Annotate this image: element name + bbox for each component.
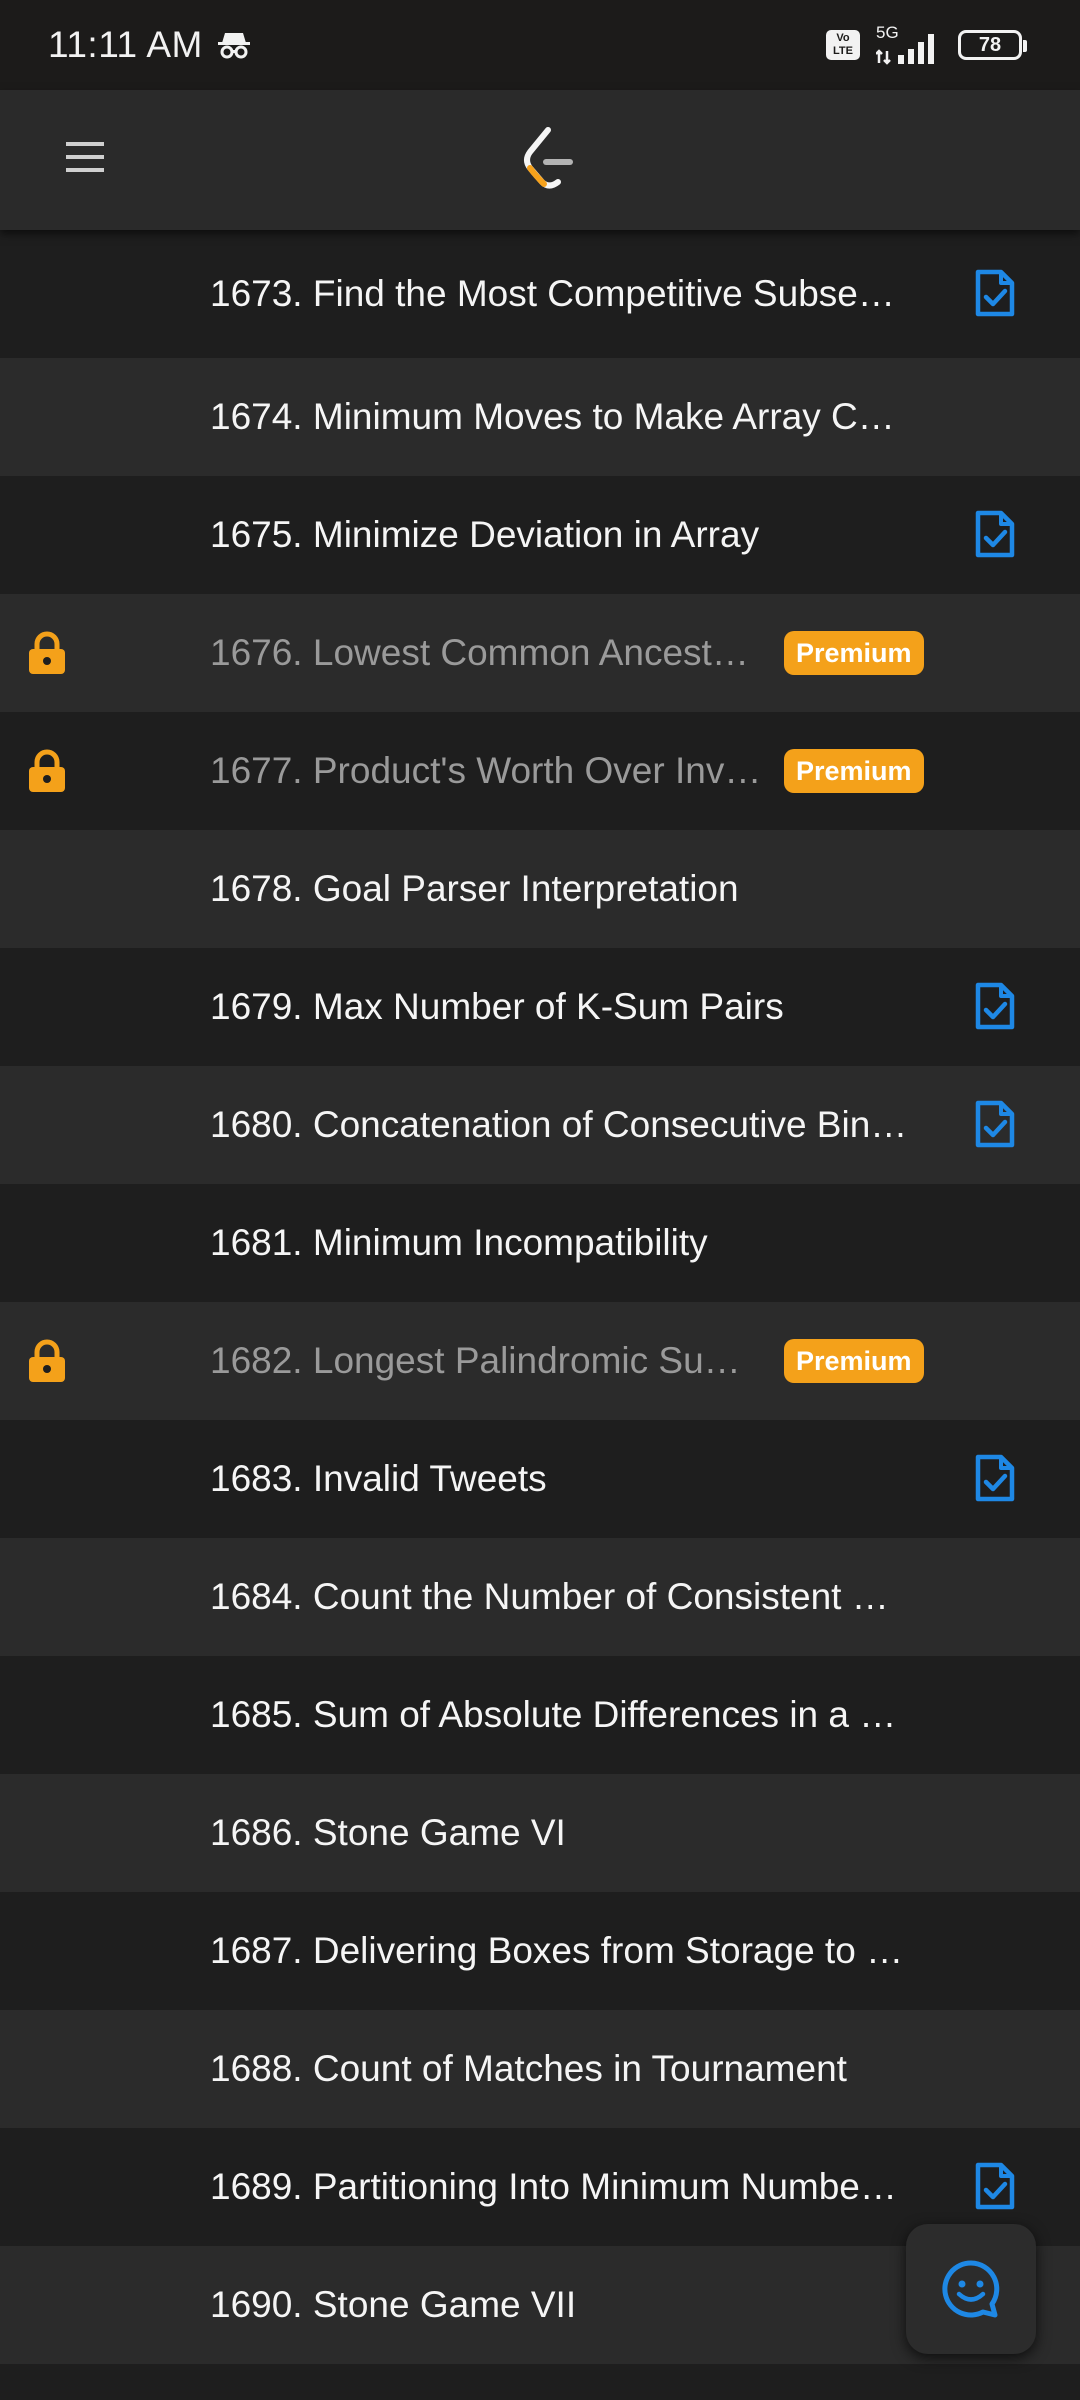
volte-bottom: LTE (833, 45, 853, 57)
incognito-icon (217, 33, 250, 59)
problem-row[interactable]: 1684. Count the Number of Consistent … (0, 1538, 1080, 1656)
problem-title: 1680. Concatenation of Consecutive Bin… (210, 1104, 908, 1145)
lock-icon (29, 631, 65, 674)
problem-title: 1676. Lowest Common Ancest… (210, 632, 749, 673)
premium-badge: Premium (784, 631, 924, 675)
battery-icon: 78 (958, 30, 1027, 60)
problem-title: 1684. Count the Number of Consistent … (210, 1576, 889, 1617)
volte-icon: Vo LTE (826, 30, 860, 60)
status-left: 11:11 AM (48, 24, 251, 66)
problem-row[interactable]: 1677. Product's Worth Over Inv… Premium (0, 712, 1080, 830)
problem-row[interactable]: 1688. Count of Matches in Tournament (0, 2010, 1080, 2128)
problem-title: 1681. Minimum Incompatibility (210, 1222, 708, 1263)
premium-badge: Premium (784, 1339, 924, 1383)
problem-title: 1686. Stone Game VI (210, 1812, 566, 1853)
problem-row[interactable]: 1680. Concatenation of Consecutive Bin… (0, 1066, 1080, 1184)
solution-icon[interactable] (974, 2161, 1016, 2211)
solution-icon[interactable] (974, 1453, 1016, 1503)
problem-list: 1673. Find the Most Competitive Subse… 16… (0, 230, 1080, 2364)
app-toolbar (0, 90, 1080, 230)
problem-title: 1688. Count of Matches in Tournament (210, 2048, 847, 2089)
lock-icon (29, 1339, 65, 1382)
signal-icon (876, 34, 934, 65)
solution-icon[interactable] (974, 509, 1016, 559)
lock-icon (29, 749, 65, 792)
problem-title: 1683. Invalid Tweets (210, 1458, 547, 1499)
problem-row[interactable]: 1673. Find the Most Competitive Subse… (0, 230, 1080, 358)
problem-title: 1675. Minimize Deviation in Array (210, 514, 760, 555)
status-right: Vo LTE 5G 78 (826, 23, 1027, 65)
problem-title: 1674. Minimum Moves to Make Array C… (210, 396, 895, 437)
problem-title: 1673. Find the Most Competitive Subse… (210, 273, 895, 314)
chat-smile-icon (942, 2260, 1000, 2318)
problem-row[interactable]: 1683. Invalid Tweets (0, 1420, 1080, 1538)
leetcode-logo-icon[interactable] (518, 124, 574, 196)
clock: 11:11 AM (48, 24, 203, 65)
problem-row[interactable]: 1687. Delivering Boxes from Storage to … (0, 1892, 1080, 2010)
problem-row[interactable]: 1685. Sum of Absolute Differences in a … (0, 1656, 1080, 1774)
problem-row[interactable]: 1682. Longest Palindromic Su… Premium (0, 1302, 1080, 1420)
solution-icon[interactable] (974, 268, 1016, 318)
solution-icon[interactable] (974, 1099, 1016, 1149)
problem-title: 1677. Product's Worth Over Inv… (210, 750, 762, 791)
problem-row[interactable]: 1678. Goal Parser Interpretation (0, 830, 1080, 948)
problem-title: 1678. Goal Parser Interpretation (210, 868, 739, 909)
problem-title: 1679. Max Number of K-Sum Pairs (210, 986, 784, 1027)
problem-row[interactable]: 1675. Minimize Deviation in Array (0, 476, 1080, 594)
problem-title: 1690. Stone Game VII (210, 2284, 577, 2325)
problem-row[interactable]: 1674. Minimum Moves to Make Array C… (0, 358, 1080, 476)
feedback-button[interactable] (906, 2224, 1036, 2354)
problem-row[interactable]: 1679. Max Number of K-Sum Pairs (0, 948, 1080, 1066)
problem-title: 1682. Longest Palindromic Su… (210, 1340, 741, 1381)
problem-row[interactable]: 1686. Stone Game VI (0, 1774, 1080, 1892)
signal-indicator: 5G (876, 23, 942, 65)
battery-level: 78 (978, 33, 1002, 56)
volte-top: Vo (836, 32, 850, 44)
solution-icon[interactable] (974, 981, 1016, 1031)
problem-title: 1687. Delivering Boxes from Storage to … (210, 1930, 904, 1971)
menu-icon[interactable] (66, 138, 104, 176)
problem-row[interactable]: 1681. Minimum Incompatibility (0, 1184, 1080, 1302)
problem-row[interactable]: 1676. Lowest Common Ancest… Premium (0, 594, 1080, 712)
problem-title: 1685. Sum of Absolute Differences in a … (210, 1694, 897, 1735)
status-bar: 11:11 AM Vo LTE 5G 78 (0, 0, 1080, 90)
premium-badge: Premium (784, 749, 924, 793)
problem-title: 1689. Partitioning Into Minimum Numbe… (210, 2166, 897, 2207)
